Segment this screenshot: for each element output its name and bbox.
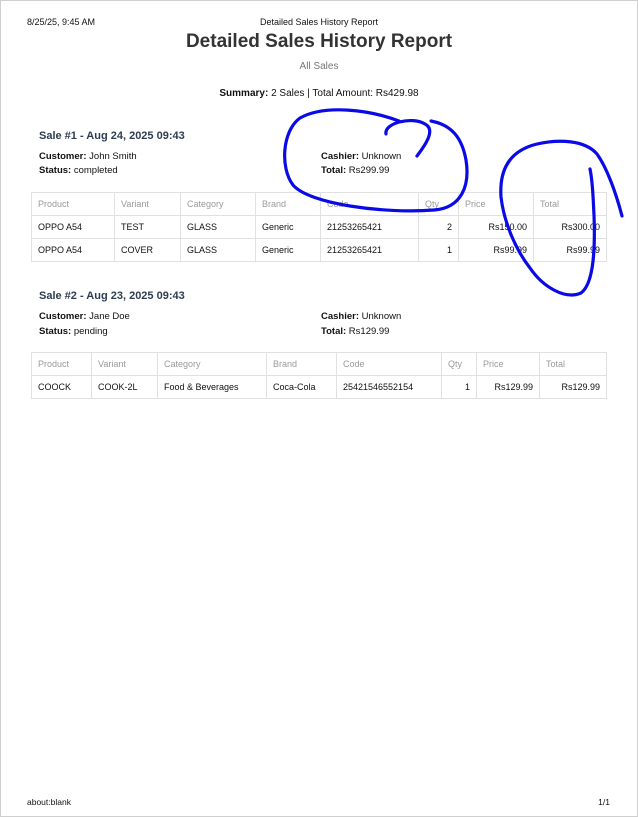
- sale-customer: Customer: Jane Doe: [39, 311, 130, 322]
- cell-price: Rs129.99: [476, 375, 540, 399]
- cashier-label: Cashier:: [321, 311, 360, 322]
- sale-total: Total: Rs299.99: [321, 165, 389, 176]
- column-header: Brand: [255, 192, 321, 216]
- column-header: Brand: [266, 352, 337, 376]
- column-header: Variant: [91, 352, 158, 376]
- cell-category: GLASS: [180, 215, 256, 239]
- sale-cashier: Cashier: Unknown: [321, 311, 401, 322]
- sale-heading: Sale #1 - Aug 24, 2025 09:43: [39, 130, 185, 142]
- cell-code: 21253265421: [320, 215, 419, 239]
- cell-total: Rs99.99: [533, 238, 607, 262]
- customer-value: Jane Doe: [89, 311, 130, 322]
- cell-category: GLASS: [180, 238, 256, 262]
- cell-qty: 2: [418, 215, 459, 239]
- customer-value: John Smith: [89, 151, 137, 162]
- total-label: Total:: [321, 326, 347, 337]
- footer-page-number: 1/1: [598, 797, 610, 807]
- report-title: Detailed Sales History Report: [185, 31, 453, 52]
- print-header-title: Detailed Sales History Report: [259, 17, 379, 27]
- status-label: Status:: [39, 326, 72, 337]
- page: [0, 0, 638, 817]
- column-header: Category: [157, 352, 267, 376]
- cashier-value: Unknown: [361, 311, 402, 322]
- cell-category: Food & Beverages: [157, 375, 267, 399]
- sale-heading: Sale #2 - Aug 23, 2025 09:43: [39, 290, 185, 302]
- cell-variant: TEST: [114, 215, 181, 239]
- cell-code: 21253265421: [320, 238, 419, 262]
- annotation-overlay: [283, 108, 624, 297]
- table-row: OPPO A54 COVER GLASS Generic 21253265421…: [31, 238, 607, 262]
- footer-url: about:blank: [27, 797, 71, 807]
- table-row: COOCK COOK-2L Food & Beverages Coca-Cola…: [31, 375, 607, 399]
- sale-status: Status: pending: [39, 326, 108, 337]
- column-header: Variant: [114, 192, 181, 216]
- cell-total: Rs300.00: [533, 215, 607, 239]
- report-summary: Summary: 2 Sales | Total Amount: Rs429.9…: [0, 88, 638, 99]
- cell-brand: Generic: [255, 215, 321, 239]
- column-header: Qty: [441, 352, 477, 376]
- total-value: Rs299.99: [348, 165, 390, 176]
- sale-items-table: Product Variant Category Brand Code Qty …: [31, 352, 607, 399]
- cell-code: 25421546552154: [336, 375, 442, 399]
- summary-text: 2 Sales | Total Amount: Rs429.98: [271, 88, 419, 99]
- report-subtitle: All Sales: [299, 61, 339, 72]
- cell-qty: 1: [441, 375, 477, 399]
- cell-product: OPPO A54: [31, 238, 115, 262]
- cashier-label: Cashier:: [321, 151, 360, 162]
- cell-product: COOCK: [31, 375, 92, 399]
- cell-total: Rs129.99: [539, 375, 607, 399]
- column-header: Qty: [418, 192, 459, 216]
- sale-items-table: Product Variant Category Brand Code Qty …: [31, 192, 607, 262]
- cell-variant: COVER: [114, 238, 181, 262]
- cell-qty: 1: [418, 238, 459, 262]
- total-value: Rs129.99: [348, 326, 390, 337]
- cell-variant: COOK-2L: [91, 375, 158, 399]
- table-header-row: Product Variant Category Brand Code Qty …: [31, 192, 607, 216]
- status-value: completed: [73, 165, 118, 176]
- sale-cashier: Cashier: Unknown: [321, 151, 401, 162]
- column-header: Category: [180, 192, 256, 216]
- column-header: Price: [476, 352, 540, 376]
- summary-label: Summary:: [219, 88, 269, 99]
- column-header: Price: [458, 192, 534, 216]
- sale-total: Total: Rs129.99: [321, 326, 389, 337]
- sale-customer: Customer: John Smith: [39, 151, 137, 162]
- cell-brand: Generic: [255, 238, 321, 262]
- column-header: Total: [539, 352, 607, 376]
- status-value: pending: [73, 326, 108, 337]
- cell-price: Rs99.99: [458, 238, 534, 262]
- customer-label: Customer:: [39, 311, 87, 322]
- table-header-row: Product Variant Category Brand Code Qty …: [31, 352, 607, 376]
- column-header: Product: [31, 192, 115, 216]
- cell-product: OPPO A54: [31, 215, 115, 239]
- cell-price: Rs150.00: [458, 215, 534, 239]
- cashier-value: Unknown: [361, 151, 402, 162]
- column-header: Product: [31, 352, 92, 376]
- table-row: OPPO A54 TEST GLASS Generic 21253265421 …: [31, 215, 607, 239]
- cell-brand: Coca-Cola: [266, 375, 337, 399]
- column-header: Total: [533, 192, 607, 216]
- total-label: Total:: [321, 165, 347, 176]
- column-header: Code: [320, 192, 419, 216]
- customer-label: Customer:: [39, 151, 87, 162]
- sale-status: Status: completed: [39, 165, 118, 176]
- status-label: Status:: [39, 165, 72, 176]
- column-header: Code: [336, 352, 442, 376]
